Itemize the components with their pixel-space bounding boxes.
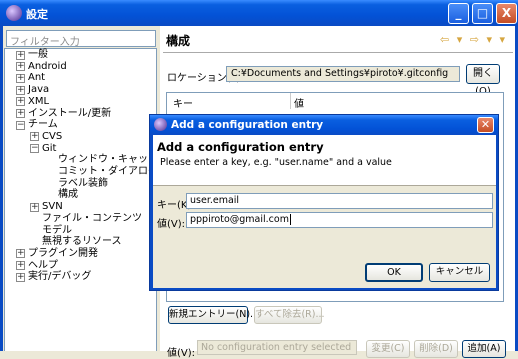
dialog-titlebar: Add a configuration entry ✕ — [150, 115, 498, 135]
tree-item-label: 実行/デバッグ — [28, 271, 92, 283]
tree-item-label: Android — [28, 60, 67, 72]
tree-item-label: コミット・ダイアログ — [58, 166, 158, 177]
tree-expand-icon[interactable]: + — [30, 132, 39, 142]
title-divider — [163, 52, 513, 53]
new-entry-button[interactable]: 新規エントリー(N)... — [168, 306, 259, 324]
remove-all-button[interactable]: すべて除去(R)... — [254, 306, 325, 324]
tree-expand-icon[interactable]: + — [16, 97, 25, 107]
tree-expand-icon[interactable]: + — [30, 202, 39, 212]
tree-item[interactable]: ヘルプ — [28, 260, 58, 272]
tree-item[interactable]: ラベル装飾 — [58, 178, 108, 190]
eclipse-dialog-icon — [154, 118, 167, 131]
dialog-message: Please enter a key, e.g. "user.name" and… — [160, 157, 392, 168]
tree-item[interactable]: コミット・ダイアログ — [58, 166, 158, 178]
dialog-heading: Add a configuration entry — [157, 140, 324, 154]
tree-expand-icon[interactable]: + — [16, 261, 25, 271]
tree-expand-icon[interactable]: + — [16, 109, 25, 118]
tree-item[interactable]: プラグイン開発 — [28, 248, 98, 260]
tree-expand-icon[interactable]: + — [16, 73, 25, 83]
tree-expand-icon[interactable]: + — [16, 62, 25, 72]
value-input-label: 値(V): — [157, 219, 186, 230]
value-input[interactable]: pppiroto@gmail.com — [186, 212, 493, 228]
tree-item[interactable]: Java — [28, 84, 49, 96]
tree-expand-icon[interactable]: + — [16, 272, 25, 282]
delete-button[interactable]: 削除(D) — [414, 340, 458, 358]
tree-item[interactable]: インストール/更新 — [28, 108, 111, 120]
column-header-key[interactable]: キー — [167, 93, 291, 110]
tree-item[interactable]: 一般 — [28, 49, 48, 61]
tree-item-label: SVN — [42, 201, 63, 213]
tree-item-label: ファイル・コンテンツ — [42, 212, 142, 224]
tree-item[interactable]: SVN — [42, 201, 63, 213]
page-title: 構成 — [166, 34, 191, 48]
change-button[interactable]: 変更(C) — [366, 340, 410, 358]
column-header-value[interactable]: 値 — [292, 93, 492, 110]
tree-item-label: プラグイン開発 — [28, 247, 98, 259]
tree-item[interactable]: モデル — [42, 225, 72, 237]
tree-item[interactable]: 構成 — [58, 189, 78, 201]
tree-item-label: Ant — [28, 72, 46, 84]
value-label: 値(V): — [167, 348, 196, 359]
tree-item-label: インストール/更新 — [28, 107, 112, 119]
ok-button[interactable]: OK — [365, 263, 423, 282]
text-caret — [289, 214, 291, 225]
open-button[interactable]: 開く(O) — [466, 64, 500, 97]
window-title: 設定 — [26, 8, 48, 21]
tree-collapse-icon[interactable]: − — [16, 120, 25, 130]
cancel-button[interactable]: キャンセル — [429, 263, 490, 282]
tree-item[interactable]: チーム — [28, 119, 58, 131]
tree-item[interactable]: ファイル・コンテンツ — [42, 213, 142, 225]
tree-item-label: モデル — [42, 224, 72, 236]
tree-item[interactable]: CVS — [42, 131, 62, 143]
tree-item-label: XML — [28, 95, 50, 107]
key-input[interactable]: user.email — [186, 193, 493, 209]
window-titlebar: 設定 _ □ X — [0, 0, 518, 26]
tree-expand-icon[interactable]: + — [16, 85, 25, 95]
dialog-title: Add a configuration entry — [171, 119, 324, 131]
tree-expand-icon[interactable]: + — [16, 50, 25, 60]
history-nav-icons[interactable]: ⇦ ▾ ⇨ ▾ ▾ — [440, 33, 507, 46]
tree-expand-icon[interactable]: + — [16, 249, 25, 259]
value-field[interactable]: No configuration entry selected — [197, 340, 357, 355]
tree-item[interactable]: Ant — [28, 72, 45, 84]
tree-item[interactable]: XML — [28, 96, 49, 108]
value-input-text: pppiroto@gmail.com — [190, 214, 289, 225]
maximize-button[interactable]: □ — [472, 3, 493, 24]
location-field: C:¥Documents and Settings¥piroto¥.gitcon… — [226, 66, 460, 82]
tree-item-label: チーム — [28, 119, 58, 131]
preferences-tree — [4, 48, 157, 351]
tree-item-label: 無視するリソース — [42, 236, 122, 248]
tree-item-label: 一般 — [28, 49, 48, 60]
tree-item-label: ラベル装飾 — [58, 177, 108, 189]
tree-item[interactable]: Android — [28, 61, 67, 73]
filter-input[interactable]: フィルター入力 — [6, 30, 156, 48]
tree-collapse-icon[interactable]: − — [30, 144, 39, 154]
tree-item-label: Git — [42, 142, 57, 154]
tree-item[interactable]: Git — [42, 143, 56, 155]
tree-item[interactable]: 無視するリソース — [42, 236, 122, 248]
minimize-button[interactable]: _ — [448, 3, 469, 24]
dialog-close-icon[interactable]: ✕ — [477, 117, 494, 133]
close-button[interactable]: X — [496, 3, 517, 24]
eclipse-app-icon — [6, 5, 22, 21]
tree-item-label: 構成 — [58, 189, 78, 201]
tree-item-label: ヘルプ — [28, 259, 58, 271]
add-button[interactable]: 追加(A) — [462, 340, 506, 358]
tree-item[interactable]: 実行/デバッグ — [28, 271, 91, 283]
tree-item-label: CVS — [42, 130, 63, 142]
tree-item-label: Java — [28, 84, 50, 96]
